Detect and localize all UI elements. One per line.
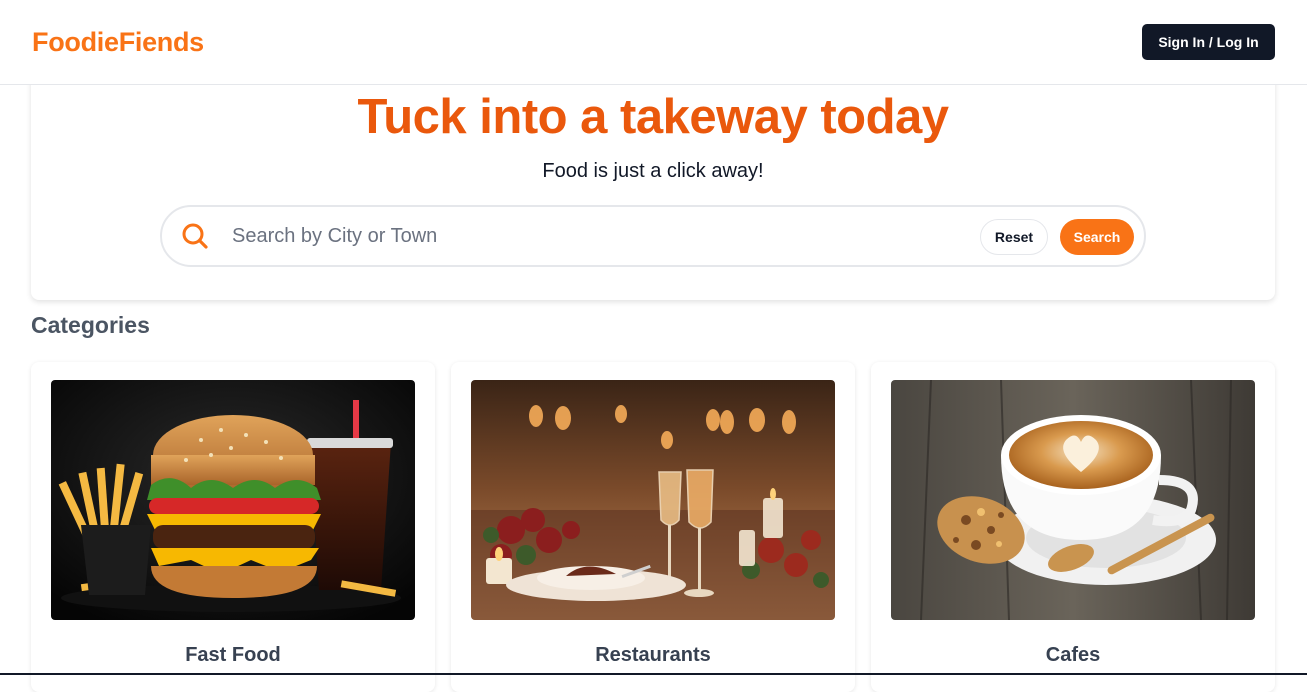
hero-subtitle: Food is just a click away! (542, 160, 764, 182)
top-navbar: FoodieFiends Sign In / Log In (0, 0, 1307, 85)
category-label: Cafes (1045, 644, 1101, 666)
search-input[interactable] (232, 221, 952, 251)
search-bar: Reset Search (160, 205, 1146, 267)
category-card-restaurants[interactable]: Restaurants (451, 362, 855, 692)
sign-in-button[interactable]: Sign In / Log In (1142, 24, 1275, 60)
hero-panel: Tuck into a takeway today Food is just a… (31, 70, 1275, 300)
fast-food-image[interactable] (51, 380, 415, 620)
cafes-image[interactable] (891, 380, 1255, 620)
category-card-fast-food[interactable]: Fast Food (31, 362, 435, 692)
restaurants-image[interactable] (471, 380, 835, 620)
reset-button[interactable]: Reset (980, 219, 1048, 255)
search-icon (180, 221, 210, 251)
category-label: Fast Food (185, 644, 281, 666)
hero-title: Tuck into a takeway today (357, 90, 949, 144)
category-label: Restaurants (595, 644, 711, 666)
search-button[interactable]: Search (1060, 219, 1134, 255)
category-card-cafes[interactable]: Cafes (871, 362, 1275, 692)
brand-logo[interactable]: FoodieFiends (32, 27, 204, 58)
categories-heading: Categories (31, 312, 150, 338)
